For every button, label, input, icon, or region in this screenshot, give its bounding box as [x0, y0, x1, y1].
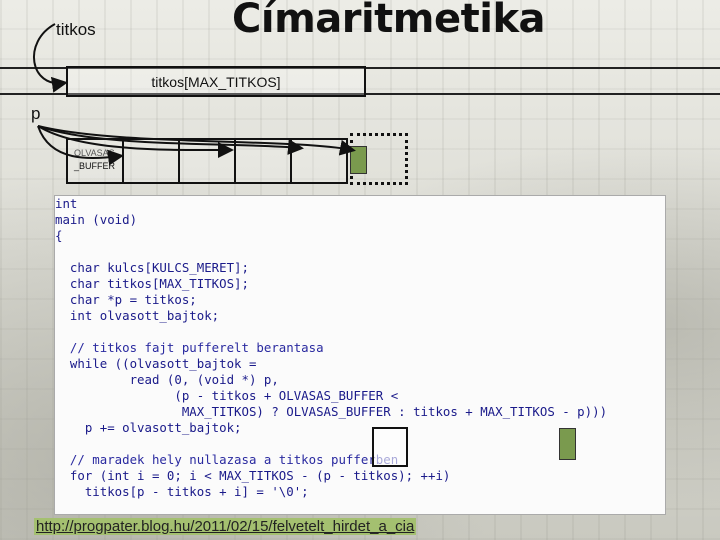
- titkos-array-box: titkos[MAX_TITKOS]: [66, 66, 366, 97]
- code-comment-line: // titkos fajt pufferelt berantasa: [55, 340, 324, 355]
- code-line: read (0, (void *) p,: [55, 372, 279, 387]
- code-line: char titkos[MAX_TITKOS];: [55, 276, 249, 291]
- code-line: titkos[p - titkos + i] = '\0';: [55, 484, 309, 499]
- buffer-cell: [290, 138, 348, 184]
- code-line: main (void): [55, 212, 138, 227]
- p-pointer-label: p: [31, 104, 41, 123]
- code-line: char *p = titkos;: [55, 292, 197, 307]
- code-line: {: [55, 228, 63, 243]
- slide-title: Címaritmetika: [232, 0, 546, 42]
- buffer-cell: [234, 138, 292, 184]
- code-line: (p - titkos + OLVASAS_BUFFER <: [55, 388, 399, 403]
- code-line: int olvasott_bajtok;: [55, 308, 220, 323]
- code-line: MAX_TITKOS) ? OLVASAS_BUFFER : titkos + …: [55, 404, 608, 419]
- code-line: p += olvasott_bajtok;: [55, 420, 242, 435]
- buffer-size-label: _BUFFER: [74, 161, 116, 171]
- source-link[interactable]: http://progpater.blog.hu/2011/02/15/felv…: [34, 518, 417, 535]
- titkos-pointer-label: titkos: [56, 20, 96, 39]
- titkos-array-label: titkos[MAX_TITKOS]: [151, 73, 281, 90]
- code-line: for (int i = 0; i < MAX_TITKOS - (p - ti…: [55, 468, 451, 483]
- buffer-cell: [122, 138, 180, 184]
- buffer-cell: [178, 138, 236, 184]
- buffer-size-label-top: OLVASAS: [74, 148, 115, 158]
- green-marker: [350, 146, 367, 174]
- code-line: int: [55, 196, 78, 211]
- code-panel: int main (void) { char kulcs[KULCS_MERET…: [54, 195, 666, 515]
- code-line: char kulcs[KULCS_MERET];: [55, 260, 249, 275]
- code-line: while ((olvasott_bajtok =: [55, 356, 257, 371]
- green-marker: [559, 428, 576, 460]
- code-comment-line: // maradek hely nullazasa a titkos puffe…: [55, 452, 399, 467]
- highlight-box: [372, 427, 408, 467]
